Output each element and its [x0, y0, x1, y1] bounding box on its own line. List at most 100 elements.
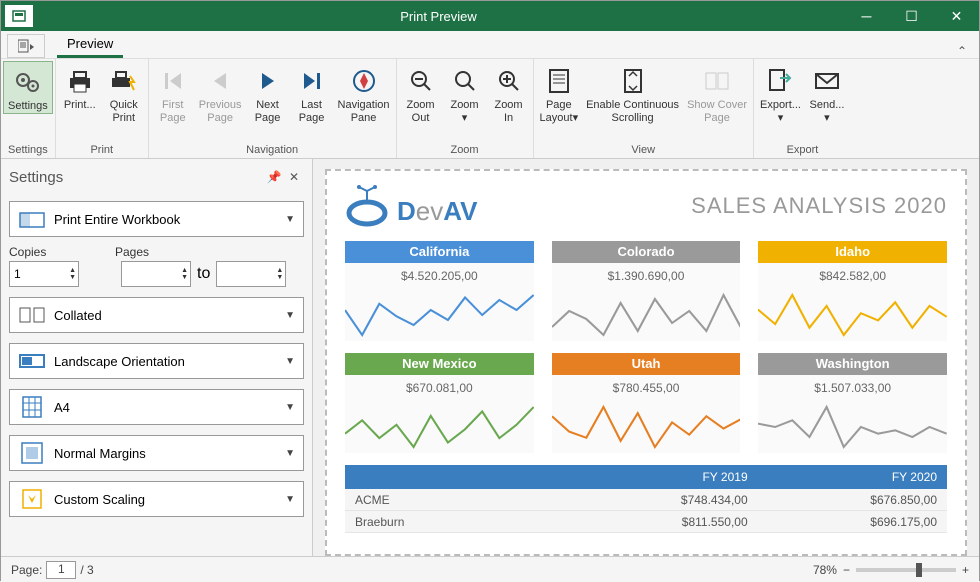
card-value: $1.390.690,00 [552, 263, 741, 289]
pages-to-input[interactable]: ▲▼ [216, 261, 286, 287]
zoom-level: 78% [813, 563, 837, 577]
group-settings: Settings Settings [1, 59, 56, 158]
print-button[interactable]: Print... [58, 61, 102, 112]
next-page-button[interactable]: Next Page [246, 61, 290, 125]
tab-preview[interactable]: Preview [57, 32, 123, 58]
table-row: ACME$748.434,00$676.850,00 [345, 489, 947, 511]
settings-button[interactable]: Settings [3, 61, 53, 114]
export-icon [764, 65, 796, 97]
card-value: $1.507.033,00 [758, 375, 947, 401]
workbook-icon [18, 207, 46, 231]
first-page-button[interactable]: First Page [151, 61, 195, 125]
close-button[interactable]: ✕ [934, 1, 979, 31]
page: DevAV SALES ANALYSIS 2020 California$4.5… [325, 169, 967, 556]
state-card: Utah$780.455,00 [552, 353, 741, 453]
page-label: Page: [11, 563, 42, 577]
chevron-down-icon: ▼ [285, 448, 295, 459]
card-header: Idaho [758, 241, 947, 263]
collated-icon [18, 303, 46, 327]
collated-select[interactable]: Collated▼ [9, 297, 304, 333]
report-title: SALES ANALYSIS 2020 [691, 193, 947, 219]
settings-panel-title: Settings [9, 169, 264, 186]
group-print: Print... Quick Print Print [56, 59, 149, 158]
scaling-icon [18, 487, 46, 511]
settings-panel: Settings 📌 ✕ Print Entire Workbook ▼ Cop… [1, 159, 313, 556]
card-sparkline [758, 401, 947, 453]
zoom-out-icon [405, 65, 437, 97]
copies-input[interactable]: 1▲▼ [9, 261, 79, 287]
quick-print-button[interactable]: Quick Print [102, 61, 146, 125]
card-value: $842.582,00 [758, 263, 947, 289]
last-page-button[interactable]: Last Page [290, 61, 334, 125]
scaling-select[interactable]: Custom Scaling▼ [9, 481, 304, 517]
group-zoom: Zoom Out Zoom▾ Zoom In Zoom [397, 59, 534, 158]
maximize-button[interactable]: ☐ [889, 1, 934, 31]
collapse-ribbon-button[interactable]: ⌃ [957, 44, 967, 58]
page-layout-button[interactable]: Page Layout▾ [536, 61, 583, 125]
export-button[interactable]: Export...▾ [756, 61, 805, 125]
group-view: Page Layout▾ Enable Continuous Scrolling… [534, 59, 754, 158]
minimize-button[interactable]: ─ [844, 1, 889, 31]
page-total: / 3 [80, 563, 93, 577]
margins-select[interactable]: Normal Margins▼ [9, 435, 304, 471]
copies-label: Copies [9, 245, 115, 259]
state-card: California$4.520.205,00 [345, 241, 534, 341]
preview-area[interactable]: DevAV SALES ANALYSIS 2020 California$4.5… [313, 159, 979, 556]
group-label-settings: Settings [1, 142, 55, 158]
printer-icon [64, 65, 96, 97]
orientation-select[interactable]: Landscape Orientation▼ [9, 343, 304, 379]
to-label: to [197, 265, 210, 283]
show-cover-page-button[interactable]: Show Cover Page [683, 61, 751, 125]
table-header: FY 2019 FY 2020 [345, 465, 947, 489]
ribbon-tabs: Preview ⌃ [1, 31, 979, 59]
last-page-icon [296, 65, 328, 97]
logo: DevAV [345, 185, 477, 227]
window-title: Print Preview [33, 9, 844, 24]
card-sparkline [345, 289, 534, 341]
card-sparkline [758, 289, 947, 341]
zoom-in-button[interactable]: Zoom In [487, 61, 531, 125]
titlebar: Print Preview ─ ☐ ✕ [1, 1, 979, 31]
previous-page-button[interactable]: Previous Page [195, 61, 246, 125]
zoom-out-button[interactable]: Zoom Out [399, 61, 443, 125]
continuous-icon [617, 65, 649, 97]
statusbar: Page: 1 / 3 78% − + [1, 556, 979, 582]
group-label-zoom: Zoom [397, 142, 533, 158]
prev-page-icon [204, 65, 236, 97]
first-page-icon [157, 65, 189, 97]
state-card: New Mexico$670.081,00 [345, 353, 534, 453]
print-scope-select[interactable]: Print Entire Workbook ▼ [9, 201, 304, 237]
next-page-icon [252, 65, 284, 97]
card-sparkline [552, 289, 741, 341]
card-header: Colorado [552, 241, 741, 263]
envelope-icon [811, 65, 843, 97]
zoom-plus-button[interactable]: + [962, 563, 969, 577]
chevron-down-icon: ▼ [285, 494, 295, 505]
chevron-down-icon: ▼ [285, 402, 295, 413]
pages-from-input[interactable]: ▲▼ [121, 261, 191, 287]
group-label-view: View [534, 142, 753, 158]
data-table: FY 2019 FY 2020 ACME$748.434,00$676.850,… [345, 465, 947, 533]
navigation-pane-button[interactable]: Navigation Pane [334, 61, 394, 125]
zoom-icon [449, 65, 481, 97]
cover-page-icon [701, 65, 733, 97]
app-icon [5, 5, 33, 27]
margins-icon [18, 441, 46, 465]
state-card: Colorado$1.390.690,00 [552, 241, 741, 341]
close-panel-button[interactable]: ✕ [284, 170, 304, 184]
send-button[interactable]: Send...▾ [805, 61, 849, 125]
zoom-slider[interactable] [856, 568, 956, 572]
card-header: Washington [758, 353, 947, 375]
zoom-minus-button[interactable]: − [843, 563, 850, 577]
quick-print-icon [108, 65, 140, 97]
continuous-scrolling-button[interactable]: Enable Continuous Scrolling [582, 61, 683, 125]
logo-text: DevAV [397, 196, 477, 227]
card-value: $670.081,00 [345, 375, 534, 401]
zoom-button[interactable]: Zoom▾ [443, 61, 487, 125]
page-number-input[interactable]: 1 [46, 561, 76, 579]
table-row: Braeburn$811.550,00$696.175,00 [345, 511, 947, 533]
paper-size-select[interactable]: A4▼ [9, 389, 304, 425]
card-sparkline [552, 401, 741, 453]
pin-button[interactable]: 📌 [264, 170, 284, 184]
document-menu-button[interactable] [7, 34, 45, 58]
